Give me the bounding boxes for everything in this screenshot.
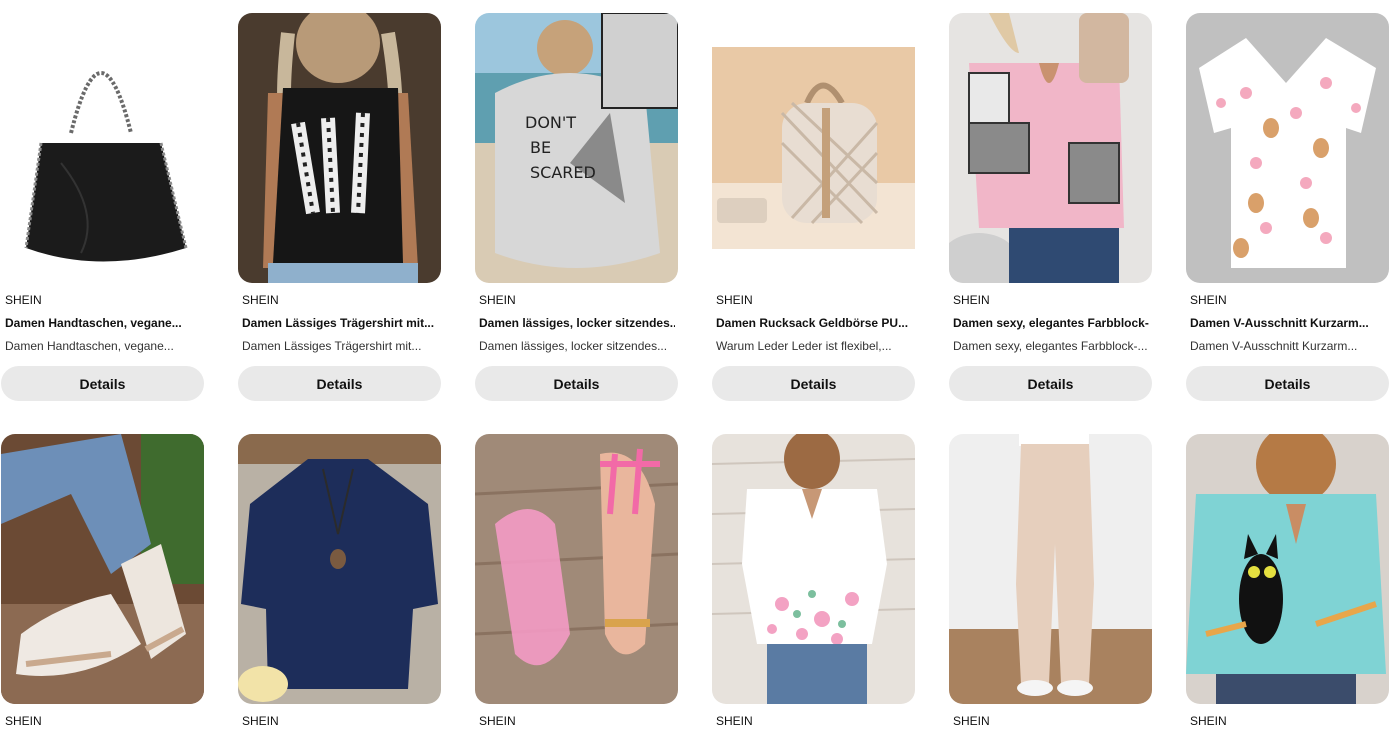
product-grid: SHEIN Damen Handtaschen, vegane... Damen… (0, 0, 1400, 733)
product-brand: SHEIN (716, 714, 753, 728)
product-brand: SHEIN (242, 714, 279, 728)
svg-text:SCARED: SCARED (530, 163, 596, 182)
product-title[interactable]: Damen Lässiges Trägershirt mit... (242, 316, 438, 330)
svg-text:BE: BE (530, 138, 551, 157)
details-button[interactable]: Details (949, 366, 1152, 401)
product-brand: SHEIN (1190, 714, 1227, 728)
product-image[interactable] (949, 434, 1152, 704)
product-image[interactable] (475, 434, 678, 704)
svg-text:DON'T: DON'T (525, 113, 576, 132)
details-button[interactable]: Details (475, 366, 678, 401)
product-title[interactable]: Damen lässiges, locker sitzendes... (479, 316, 675, 330)
product-image[interactable] (1186, 434, 1389, 704)
product-brand: SHEIN (5, 293, 42, 307)
product-image[interactable] (712, 434, 915, 704)
product-brand: SHEIN (242, 293, 279, 307)
product-brand: SHEIN (479, 293, 516, 307)
product-description: Damen Lässiges Trägershirt mit... (242, 339, 422, 353)
product-description: Damen Handtaschen, vegane... (5, 339, 174, 353)
product-image[interactable] (1, 434, 204, 704)
product-title[interactable]: Damen V-Ausschnitt Kurzarm... (1190, 316, 1386, 330)
product-title[interactable]: Damen sexy, elegantes Farbblock-... (953, 316, 1149, 330)
product-brand: SHEIN (479, 714, 516, 728)
product-title[interactable]: Damen Rucksack Geldbörse PU... (716, 316, 912, 330)
product-image[interactable] (712, 13, 915, 283)
details-button[interactable]: Details (712, 366, 915, 401)
product-brand: SHEIN (716, 293, 753, 307)
product-description: Damen lässiges, locker sitzendes... (479, 339, 668, 353)
product-image[interactable] (949, 13, 1152, 283)
product-brand: SHEIN (953, 293, 990, 307)
product-image[interactable]: DON'T BE SCARED (475, 13, 678, 283)
product-brand: SHEIN (953, 714, 990, 728)
product-image[interactable] (238, 434, 441, 704)
product-brand: SHEIN (5, 714, 42, 728)
product-image[interactable] (238, 13, 441, 283)
details-button[interactable]: Details (1, 366, 204, 401)
product-image[interactable] (1, 13, 204, 283)
product-description: Damen V-Ausschnitt Kurzarm... (1190, 339, 1358, 353)
details-button[interactable]: Details (238, 366, 441, 401)
product-image[interactable] (1186, 13, 1389, 283)
details-button[interactable]: Details (1186, 366, 1389, 401)
product-description: Warum Leder Leder ist flexibel,... (716, 339, 892, 353)
product-title[interactable]: Damen Handtaschen, vegane... (5, 316, 201, 330)
product-description: Damen sexy, elegantes Farbblock-... (953, 339, 1148, 353)
product-brand: SHEIN (1190, 293, 1227, 307)
